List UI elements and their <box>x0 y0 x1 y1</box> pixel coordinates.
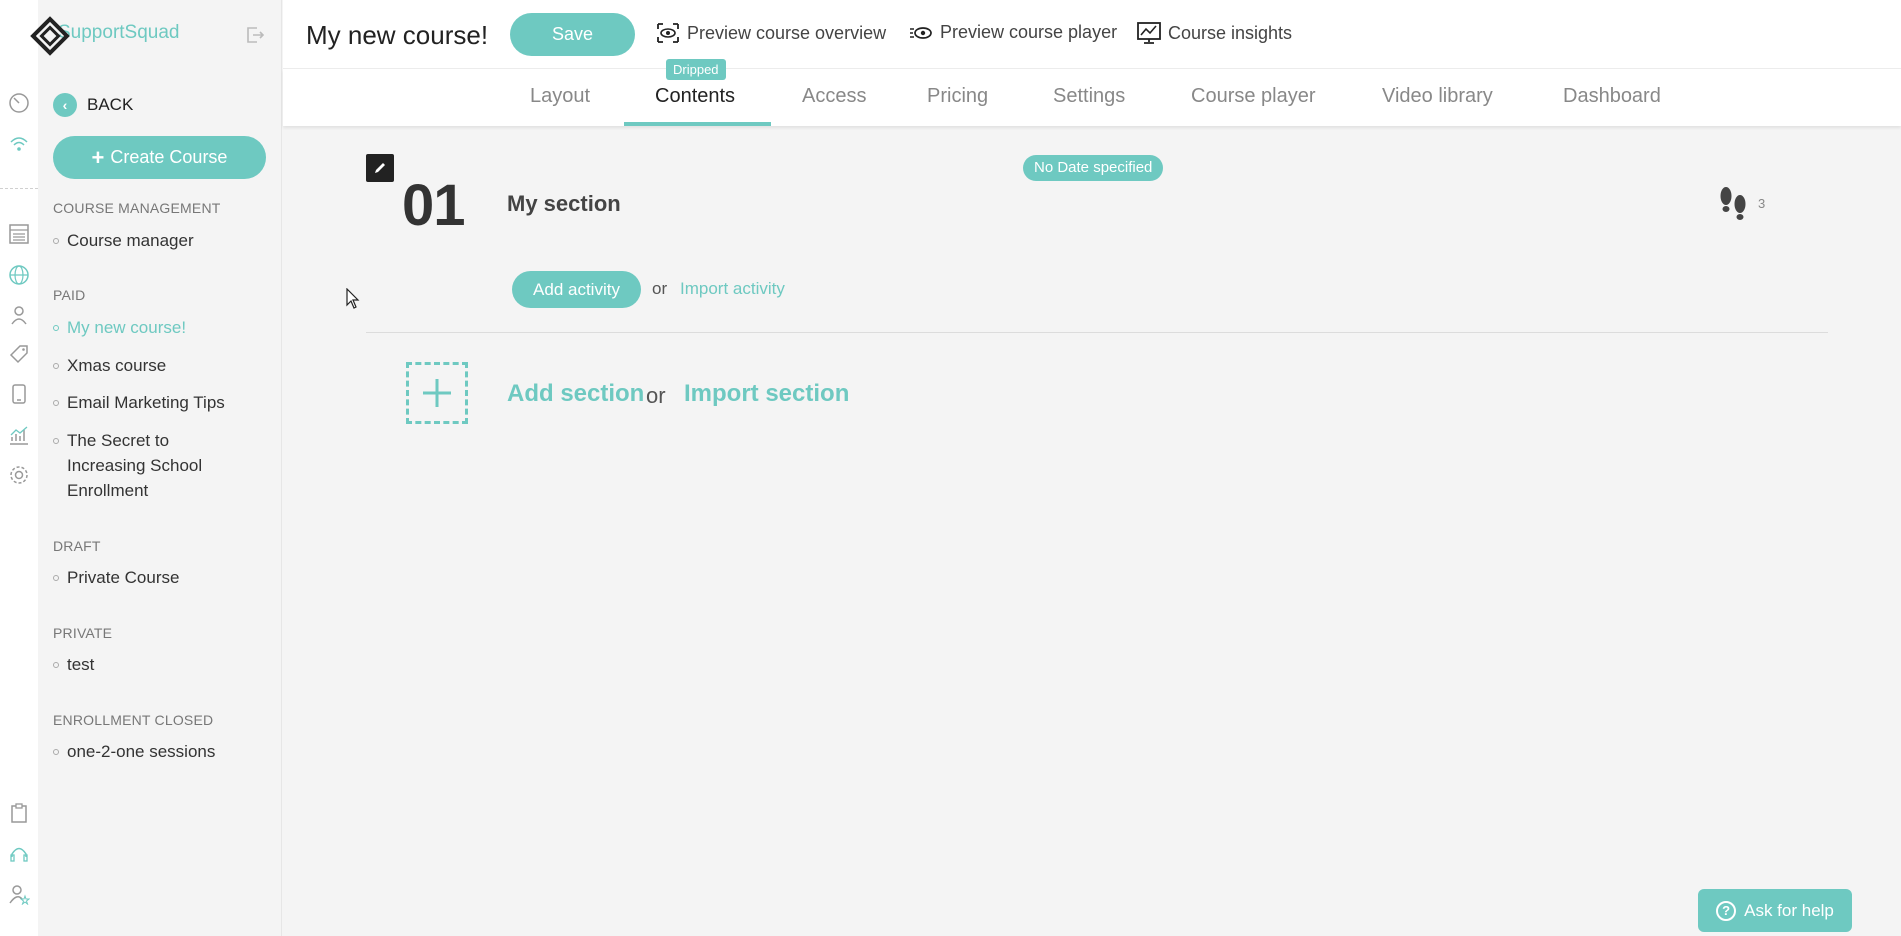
mouse-cursor-icon <box>346 287 360 315</box>
back-button[interactable]: ‹ BACK <box>53 93 133 117</box>
plus-icon <box>423 379 451 407</box>
list-icon[interactable] <box>7 222 31 246</box>
ask-for-help-button[interactable]: ? Ask for help <box>1698 889 1852 932</box>
add-section-link[interactable]: Add section <box>507 380 644 408</box>
sidebar-item-private-course[interactable]: Private Course <box>53 565 268 590</box>
headset-icon[interactable] <box>7 842 31 866</box>
sidebar-item-label: Xmas course <box>67 356 167 375</box>
sidebar-item-test[interactable]: test <box>53 652 268 677</box>
insights-icon <box>1137 22 1161 44</box>
or-text: or <box>646 383 666 408</box>
bullet-icon <box>53 749 59 755</box>
sidebar-item-email-marketing-tips[interactable]: Email Marketing Tips <box>53 390 268 415</box>
create-course-button[interactable]: + Create Course <box>53 136 266 179</box>
eye-frame-icon <box>657 23 679 43</box>
edit-section-icon[interactable] <box>366 154 394 182</box>
tab-course-player[interactable]: Course player <box>1191 85 1316 108</box>
mobile-icon[interactable] <box>7 382 31 406</box>
section-title[interactable]: My section <box>507 191 621 217</box>
sidebar-item-label: Course manager <box>67 231 194 250</box>
page-title: My new course! <box>306 20 489 50</box>
logo-icon <box>30 16 70 56</box>
brand[interactable]: SupportSquad <box>30 16 180 56</box>
steps-count: 3 <box>1758 196 1766 211</box>
tab-video-library[interactable]: Video library <box>1382 85 1493 108</box>
sidebar-item-xmas-course[interactable]: Xmas course <box>53 353 268 378</box>
tab-layout[interactable]: Layout <box>530 85 590 108</box>
plus-icon: + <box>91 144 105 170</box>
brand-name: SupportSquad <box>58 22 180 43</box>
create-course-label: Create Course <box>110 147 228 167</box>
add-section-plus-button[interactable] <box>406 362 468 424</box>
group-title-paid: PAID <box>53 287 86 303</box>
save-button[interactable]: Save <box>510 13 635 56</box>
active-tab-indicator <box>624 122 771 126</box>
sidebar-item-one-2-one-sessions[interactable]: one-2-one sessions <box>53 739 268 764</box>
bullet-icon <box>53 575 59 581</box>
chart-icon[interactable] <box>7 423 31 447</box>
globe-icon[interactable] <box>7 263 31 287</box>
preview-course-player-label: Preview course player <box>940 22 1118 42</box>
sidebar-item-label: test <box>67 655 95 674</box>
footsteps-icon <box>1716 183 1750 228</box>
group-title-private: PRIVATE <box>53 625 113 641</box>
preview-course-player-link[interactable]: Preview course player <box>909 22 1117 43</box>
user-star-icon[interactable] <box>7 882 31 906</box>
add-activity-button[interactable]: Add activity <box>512 271 641 308</box>
eye-motion-icon <box>910 26 932 39</box>
dripped-badge: Dripped <box>666 59 726 80</box>
user-icon[interactable] <box>7 303 31 327</box>
sidebar-item-label: Email Marketing Tips <box>67 393 225 412</box>
sidebar-item-course-manager[interactable]: Course manager <box>53 228 268 253</box>
gear-icon[interactable] <box>7 463 31 487</box>
tag-icon[interactable] <box>7 342 31 366</box>
ask-for-help-label: Ask for help <box>1744 900 1834 920</box>
tab-contents[interactable]: Contents <box>655 85 735 108</box>
sidebar-item-label: Private Course <box>67 568 180 587</box>
date-badge[interactable]: No Date specified <box>1023 155 1164 181</box>
tab-pricing[interactable]: Pricing <box>927 85 988 108</box>
sidebar-item-secret-school-enrollment[interactable]: The Secret to Increasing School Enrollme… <box>53 428 233 503</box>
bullet-icon <box>53 438 59 444</box>
import-activity-link[interactable]: Import activity <box>680 279 785 299</box>
back-label: BACK <box>87 95 134 114</box>
group-title-enrollment-closed: ENROLLMENT CLOSED <box>53 712 214 728</box>
wifi-icon[interactable] <box>7 132 31 156</box>
tab-dashboard[interactable]: Dashboard <box>1563 85 1661 108</box>
rail-divider <box>0 188 38 189</box>
preview-course-overview-link[interactable]: Preview course overview <box>656 22 886 44</box>
group-title-course-management: COURSE MANAGEMENT <box>53 200 221 216</box>
tab-access[interactable]: Access <box>802 85 866 108</box>
sidebar: SupportSquad ‹ BACK + Create Course COUR… <box>30 0 282 936</box>
sidebar-item-label: My new course! <box>67 318 187 337</box>
section-number: 01 <box>402 173 466 238</box>
icon-rail <box>0 0 38 936</box>
bullet-icon <box>53 363 59 369</box>
bullet-icon <box>53 400 59 406</box>
sidebar-item-label: one-2-one sessions <box>67 742 216 761</box>
question-icon: ? <box>1716 900 1737 921</box>
top-bar: My new course! Save Preview course overv… <box>283 0 1901 69</box>
bullet-icon <box>53 662 59 668</box>
or-text: or <box>652 279 668 298</box>
section-divider <box>366 332 1828 333</box>
bullet-icon <box>53 238 59 244</box>
course-insights-link[interactable]: Course insights <box>1137 22 1292 44</box>
course-insights-label: Course insights <box>1168 22 1293 43</box>
sidebar-item-my-new-course[interactable]: My new course! <box>53 315 268 340</box>
preview-course-overview-label: Preview course overview <box>687 22 887 43</box>
dashboard-icon[interactable] <box>7 91 31 115</box>
bullet-icon <box>53 325 59 331</box>
group-title-draft: DRAFT <box>53 538 101 554</box>
chevron-left-icon: ‹ <box>53 93 77 117</box>
logout-icon[interactable] <box>244 24 266 51</box>
tab-settings[interactable]: Settings <box>1053 85 1125 108</box>
tab-bar: Layout Contents Access Pricing Settings … <box>283 69 1901 126</box>
sidebar-item-label: The Secret to Increasing School Enrollme… <box>67 431 203 500</box>
import-section-link[interactable]: Import section <box>684 380 849 408</box>
clipboard-icon[interactable] <box>7 801 31 825</box>
